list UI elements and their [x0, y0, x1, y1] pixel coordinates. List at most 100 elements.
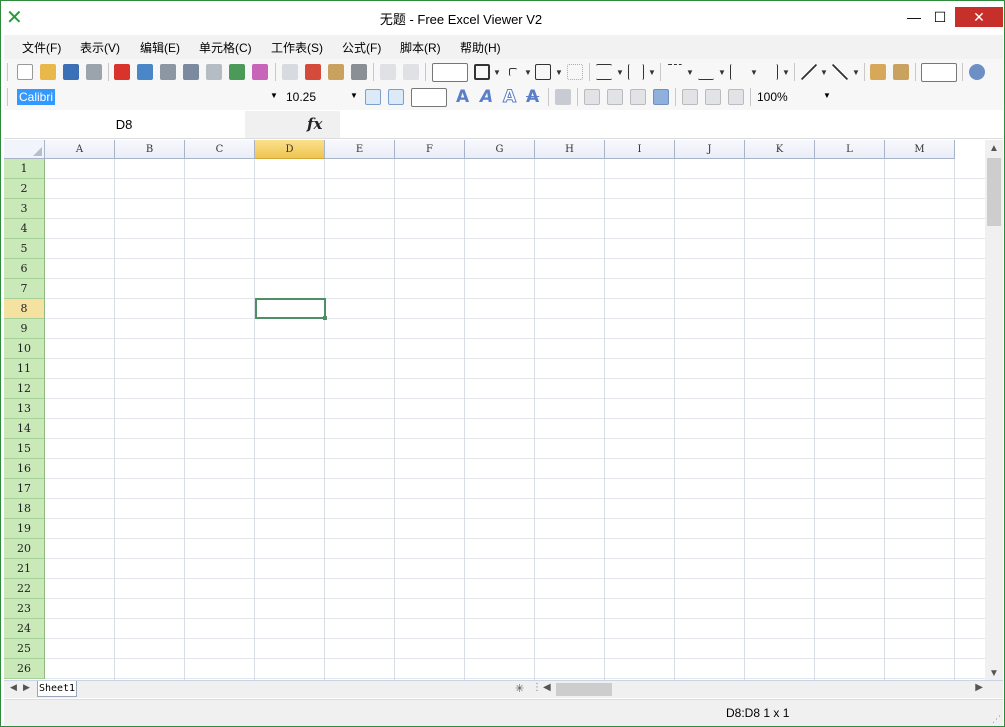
horizontal-scrollbar[interactable]: ◀ ▶ [540, 681, 983, 698]
sheet-tab-sheet1[interactable]: Sheet1 [37, 681, 77, 697]
diagonal-down-icon[interactable] [832, 64, 848, 80]
row-header-21[interactable]: 21 [4, 559, 45, 579]
cell-area[interactable] [45, 159, 985, 680]
column-header-g[interactable]: G [465, 140, 535, 159]
row-header-23[interactable]: 23 [4, 599, 45, 619]
maximize-button[interactable]: ☐ [925, 1, 955, 34]
menu-edit[interactable]: 编辑(E) [140, 39, 180, 56]
next-sheet-icon[interactable]: ▶ [23, 682, 30, 693]
format-painter-icon[interactable] [351, 64, 367, 80]
row-header-15[interactable]: 15 [4, 439, 45, 459]
row-header-18[interactable]: 18 [4, 499, 45, 519]
menu-formula[interactable]: 公式(F) [342, 39, 381, 56]
row-header-26[interactable]: 26 [4, 659, 45, 679]
row-header-17[interactable]: 17 [4, 479, 45, 499]
paste-icon[interactable] [328, 64, 344, 80]
row-header-3[interactable]: 3 [4, 199, 45, 219]
increase-font-icon[interactable] [365, 89, 381, 105]
row-header-25[interactable]: 25 [4, 639, 45, 659]
close-button[interactable]: ✕ [955, 7, 1003, 27]
column-header-h[interactable]: H [535, 140, 605, 159]
column-header-f[interactable]: F [395, 140, 465, 159]
menu-cell[interactable]: 单元格(C) [199, 39, 252, 56]
chevron-down-icon[interactable]: ▼ [782, 68, 790, 77]
row-header-10[interactable]: 10 [4, 339, 45, 359]
chevron-down-icon[interactable]: ▼ [648, 68, 656, 77]
strikethrough-icon[interactable]: A [526, 87, 539, 107]
pink-export-icon[interactable] [252, 64, 268, 80]
chevron-down-icon[interactable]: ▼ [493, 68, 501, 77]
copy-icon[interactable] [282, 64, 298, 80]
vertical-scrollbar[interactable]: ▲ ▼ [985, 140, 1003, 680]
scroll-left-icon[interactable]: ◀ [543, 682, 551, 693]
top-border-icon[interactable] [667, 64, 683, 80]
all-borders-icon[interactable] [535, 64, 551, 80]
undo-icon[interactable] [380, 64, 396, 80]
right-border-icon[interactable] [762, 64, 778, 80]
redo-icon[interactable] [403, 64, 419, 80]
outline-border-icon[interactable] [474, 64, 490, 80]
column-header-d[interactable]: D [255, 140, 325, 159]
chevron-down-icon[interactable]: ▼ [270, 91, 278, 100]
chevron-down-icon[interactable]: ▼ [820, 68, 828, 77]
column-header-l[interactable]: L [815, 140, 885, 159]
column-header-m[interactable]: M [885, 140, 955, 159]
menu-help[interactable]: 帮助(H) [460, 39, 501, 56]
diagonal-up-icon[interactable] [801, 64, 817, 80]
row-header-16[interactable]: 16 [4, 459, 45, 479]
align-center-icon[interactable] [607, 89, 623, 105]
print-icon[interactable] [86, 64, 102, 80]
cut-icon[interactable] [305, 64, 321, 80]
export-image-icon[interactable] [137, 64, 153, 80]
row-header-4[interactable]: 4 [4, 219, 45, 239]
chevron-down-icon[interactable]: ▼ [350, 91, 358, 100]
center-across-icon[interactable] [653, 89, 669, 105]
horizontal-border-icon[interactable] [596, 64, 612, 80]
name-box[interactable]: D8 [4, 111, 244, 138]
column-header-j[interactable]: J [675, 140, 745, 159]
text-wrap-icon[interactable] [555, 89, 571, 105]
row-header-7[interactable]: 7 [4, 279, 45, 299]
save-icon[interactable] [63, 64, 79, 80]
italic-icon[interactable]: A [480, 87, 493, 107]
horizontal-scroll-thumb[interactable] [556, 683, 612, 696]
row-header-14[interactable]: 14 [4, 419, 45, 439]
row-header-6[interactable]: 6 [4, 259, 45, 279]
new-sheet-icon[interactable]: ✳ [515, 682, 524, 695]
settings-icon[interactable] [969, 64, 985, 80]
chevron-down-icon[interactable]: ▼ [750, 68, 758, 77]
bottom-border-icon[interactable] [698, 64, 714, 80]
column-header-e[interactable]: E [325, 140, 395, 159]
merge-cells-icon[interactable] [870, 64, 886, 80]
align-middle-icon[interactable] [705, 89, 721, 105]
select-all-corner[interactable] [4, 140, 45, 159]
chevron-down-icon[interactable]: ▼ [823, 91, 831, 100]
chevron-down-icon[interactable]: ▼ [686, 68, 694, 77]
scroll-right-icon[interactable]: ▶ [975, 682, 983, 693]
font-size-select[interactable]: 10.25 [284, 88, 360, 107]
export-icon[interactable] [160, 64, 176, 80]
column-header-c[interactable]: C [185, 140, 255, 159]
unmerge-cells-icon[interactable] [893, 64, 909, 80]
document-icon[interactable] [206, 64, 222, 80]
active-cell-d8[interactable] [255, 298, 327, 320]
row-header-20[interactable]: 20 [4, 539, 45, 559]
menu-file[interactable]: 文件(F) [22, 39, 61, 56]
capture-icon[interactable] [183, 64, 199, 80]
outline-font-icon[interactable]: A [502, 87, 516, 108]
row-header-2[interactable]: 2 [4, 179, 45, 199]
column-header-i[interactable]: I [605, 140, 675, 159]
font-color-picker-icon[interactable] [411, 88, 447, 107]
row-header-22[interactable]: 22 [4, 579, 45, 599]
menu-sheet[interactable]: 工作表(S) [271, 39, 323, 56]
row-header-8[interactable]: 8 [4, 299, 45, 319]
row-header-11[interactable]: 11 [4, 359, 45, 379]
row-header-12[interactable]: 12 [4, 379, 45, 399]
left-border-icon[interactable] [730, 64, 746, 80]
chevron-down-icon[interactable]: ▼ [524, 68, 532, 77]
border-color-picker-icon[interactable] [432, 63, 468, 82]
insert-function-button[interactable]: fx [245, 111, 340, 138]
chevron-down-icon[interactable]: ▼ [718, 68, 726, 77]
menu-view[interactable]: 表示(V) [80, 39, 120, 56]
chevron-down-icon[interactable]: ▼ [616, 68, 624, 77]
